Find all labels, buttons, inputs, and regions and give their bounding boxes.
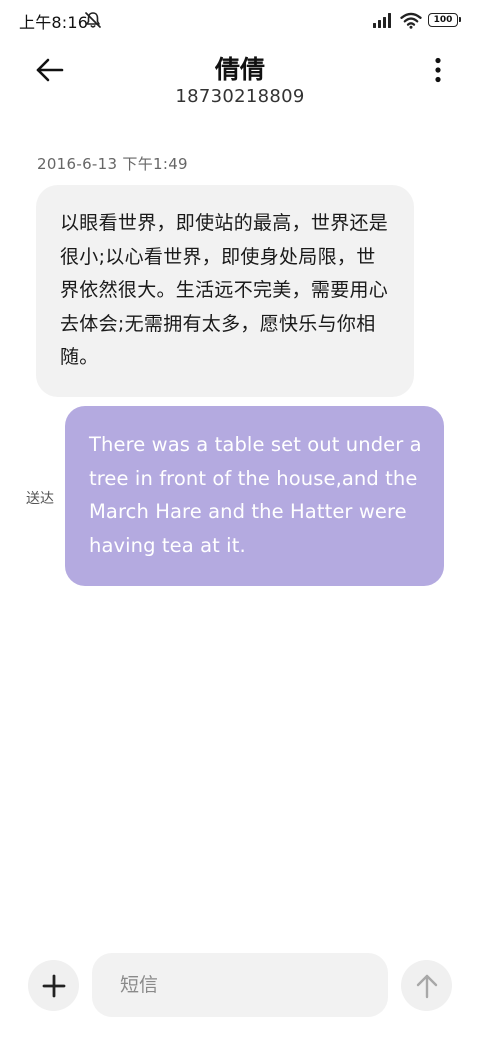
incoming-message-bubble[interactable]: 以眼看世界，即使站的最高，世界还是很小;以心看世界，即使身处局限，世界依然很大。… [36, 185, 414, 397]
contact-name: 倩倩 [214, 55, 265, 84]
status-bar: 上午8:16 100 [0, 0, 480, 40]
conversation-header: 倩倩 18730218809 [0, 40, 480, 120]
more-options-button[interactable] [426, 54, 450, 86]
battery-level: 100 [433, 14, 453, 25]
send-button[interactable] [401, 960, 452, 1011]
status-time: 上午8:16 [19, 13, 89, 32]
contact-number: 18730218809 [175, 86, 305, 107]
incoming-message-text: 以眼看世界，即使站的最高，世界还是很小;以心看世界，即使身处局限，世界依然很大。… [60, 212, 389, 368]
add-attachment-button[interactable] [28, 960, 79, 1011]
delivery-status: 送达 [26, 491, 54, 507]
mute-icon [85, 12, 101, 28]
outgoing-message-text: There was a table set out under a tree i… [89, 433, 422, 557]
outgoing-message-bubble[interactable]: There was a table set out under a tree i… [65, 406, 444, 586]
signal-icon [373, 13, 391, 28]
plus-icon [42, 974, 65, 997]
status-indicators: 100 [372, 9, 461, 31]
message-input[interactable] [92, 953, 388, 1017]
messaging-screen: 上午8:16 100 倩倩 18730218809 2016-6-13 下午1:… [0, 0, 480, 1040]
more-vertical-icon [435, 57, 441, 83]
message-timestamp: 2016-6-13 下午1:49 [37, 155, 188, 173]
arrow-up-icon [416, 974, 437, 998]
wifi-icon [400, 12, 422, 29]
battery-icon: 100 [428, 13, 461, 27]
